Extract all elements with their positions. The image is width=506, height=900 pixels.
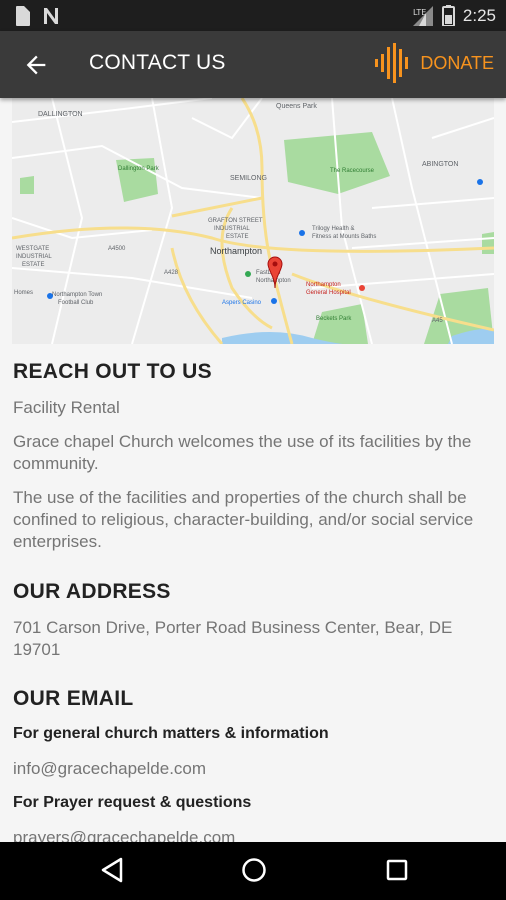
welcome-paragraph: Grace chapel Church welcomes the use of … — [13, 432, 472, 473]
map-label-trilogy: Trilogy Health & — [312, 226, 354, 232]
status-left-icons — [14, 6, 60, 26]
sim-icon — [16, 6, 30, 26]
map-label-racecourse: The Racecourse — [330, 168, 375, 174]
status-bar: LTE 2:25 — [0, 0, 506, 31]
facilities-paragraph: The use of the facilities and properties… — [13, 488, 474, 551]
app-bar: CONTACT US DONATE — [0, 31, 506, 98]
map-label-semilong: SEMILONG — [230, 175, 267, 182]
arrow-back-icon[interactable] — [22, 51, 50, 79]
poi-green-icon — [245, 271, 251, 277]
content-scroll[interactable]: DALLINGTON Queens Park Dallington Park S… — [0, 98, 506, 842]
address-heading: OUR ADDRESS — [13, 580, 171, 603]
sound-wave-icon — [375, 43, 409, 83]
location-map[interactable]: DALLINGTON Queens Park Dallington Park S… — [12, 98, 494, 344]
map-canvas: DALLINGTON Queens Park Dallington Park S… — [12, 98, 494, 344]
map-label-industrial: INDUSTRIAL — [214, 226, 250, 232]
poi-hospital-icon — [359, 285, 365, 291]
map-label-dallington: DALLINGTON — [38, 111, 83, 118]
prayer-request-label: For Prayer request & questions — [13, 794, 252, 811]
map-label-football-club: Football Club — [58, 300, 94, 306]
battery-icon — [441, 5, 455, 26]
general-email-link[interactable]: info@gracechapelde.com — [13, 758, 482, 780]
map-label-homes: Homes — [14, 290, 33, 296]
map-label-a4500: A4500 — [108, 246, 126, 252]
map-label-west-industrial: INDUSTRIAL — [16, 254, 52, 260]
n-notification-icon — [44, 8, 58, 24]
donate-label: DONATE — [420, 52, 494, 73]
map-label-dallington-park: Dallington Park — [118, 166, 160, 172]
svg-text:LTE: LTE — [413, 8, 426, 17]
poi-abington-icon — [477, 179, 483, 185]
poi-football-icon — [47, 293, 53, 299]
facility-rental-text: Facility Rental — [13, 398, 120, 417]
map-label-northampton: Northampton — [210, 246, 262, 256]
map-label-aspers: Aspers Casino — [222, 300, 262, 306]
signal-icon: LTE — [412, 5, 433, 26]
map-label-estate: ESTATE — [226, 234, 248, 240]
map-label-fitness: Fitness at Mounts Baths — [312, 234, 376, 240]
map-label-west-estate: ESTATE — [22, 262, 44, 268]
poi-fitness-icon — [299, 230, 305, 236]
general-matters-label: For general church matters & information — [13, 725, 329, 742]
system-nav-bar — [0, 842, 506, 900]
map-label-a45: A45 — [432, 318, 443, 324]
donate-button[interactable]: DONATE — [374, 43, 494, 83]
recents-square-icon[interactable] — [385, 857, 409, 883]
map-label-hospital: Northampton — [306, 282, 341, 288]
map-label-hospital2: General Hospital — [306, 290, 351, 296]
map-label-westgate: WESTGATE — [16, 246, 49, 252]
map-label-beckets: Beckets Park — [316, 316, 352, 322]
poi-casino-icon — [271, 298, 277, 304]
email-heading: OUR EMAIL — [13, 687, 134, 710]
map-label-a428: A428 — [164, 270, 179, 276]
reach-out-heading: REACH OUT TO US — [13, 360, 212, 383]
map-label-queens-park: Queens Park — [276, 103, 317, 110]
address-text[interactable]: 701 Carson Drive, Porter Road Business C… — [13, 617, 482, 661]
page-title: CONTACT US — [89, 51, 226, 74]
prayer-email-link[interactable]: prayers@gracechapelde.com — [13, 827, 482, 842]
map-label-grafton: GRAFTON STREET — [208, 218, 263, 224]
back-triangle-icon[interactable] — [100, 857, 124, 883]
map-label-abington: ABINGTON — [422, 161, 458, 168]
home-circle-icon[interactable] — [241, 857, 267, 883]
status-right-icons: LTE 2:25 — [412, 5, 496, 26]
status-time: 2:25 — [462, 5, 496, 25]
map-label-football: Northampton Town — [52, 292, 102, 298]
